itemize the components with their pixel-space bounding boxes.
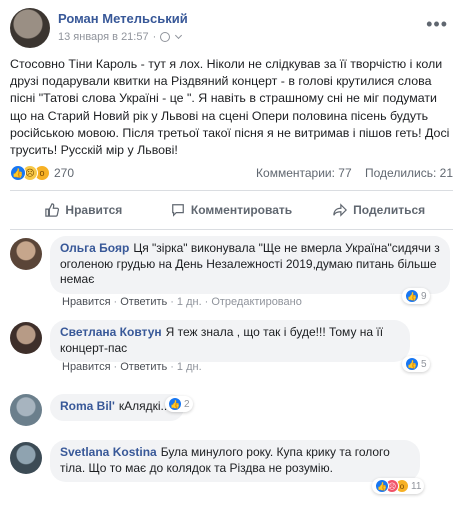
comment-reaction-count: 11 [411,480,422,492]
comment-item: Ольга Бояр Ця "зірка" виконувала "Ще не в… [10,236,460,308]
globe-icon [160,32,171,42]
shares-count[interactable]: Поделились: 21 [365,166,453,180]
comment-reply-link[interactable]: Ответить [120,361,167,373]
comment-reaction-count: 5 [421,358,427,370]
comment-icon [172,204,184,217]
comment-reaction-count: 9 [421,290,427,302]
comment-links: Нравится · Ответить · 1 дн. · Отредактировано [62,296,302,308]
comment-reactions[interactable]: 👍 2 [165,396,193,412]
like-reaction-icon[interactable]: 👍 [10,165,26,181]
commenter-name[interactable]: Светлана Ковтун [60,325,162,339]
author-avatar[interactable] [10,8,50,48]
like-button-label: Нравится [65,203,123,217]
comment-links: Нравится · Ответить · 1 дн. [62,361,202,373]
commenter-name[interactable]: Roma Bil' [60,399,115,413]
comment-item: Светлана Ковтун Я теж знала , що так і бу… [10,320,460,380]
comment-bubble: Svetlana Kostina Була минулого року. Купа… [50,440,420,482]
comment-reactions[interactable]: 👍 9 [402,288,430,304]
comment-button[interactable]: Комментировать [158,196,306,224]
like-reaction-icon: 👍 [405,289,419,303]
share-button[interactable]: Поделиться [305,196,453,224]
comments-count[interactable]: Комментарии: 77 [256,166,352,180]
commenter-avatar[interactable] [10,322,42,354]
post-date[interactable]: 13 января в 21:57 [58,31,149,43]
commenter-name[interactable]: Svetlana Kostina [60,445,157,459]
thumbs-up-icon [45,203,60,217]
divider [10,229,453,230]
comment-button-label: Комментировать [190,203,293,217]
comment-item: Svetlana Kostina Була минулого року. Купа… [10,440,460,505]
share-button-label: Поделиться [353,203,426,217]
chevron-down-icon[interactable] [175,31,183,40]
like-reaction-icon: 👍 [405,357,419,371]
comment-like-link[interactable]: Нравится [62,361,111,373]
comment-time[interactable]: 1 дн. [177,361,202,373]
comment-like-link[interactable]: Нравится [62,296,111,308]
more-options-icon[interactable]: ••• [426,14,448,35]
commenter-avatar[interactable] [10,442,42,474]
like-reaction-icon: 👍 [168,397,182,411]
post-text: Стосовно Тіни Кароль - тут я лох. Ніколи… [10,57,450,158]
comment-bubble: Ольга Бояр Ця "зірка" виконувала "Ще не в… [50,236,450,294]
reactions-count[interactable]: 270 [54,166,74,180]
post-actions: Нравится Комментировать Поделиться [10,196,453,224]
engagement-counts: Комментарии: 77 Поделились: 21 [246,166,453,180]
author-name[interactable]: Роман Метельський [58,11,188,26]
comment-reply-link[interactable]: Ответить [120,296,167,308]
like-button[interactable]: Нравится [10,196,158,224]
comment-reactions[interactable]: 👍 ☹ o 11 [372,478,425,494]
commenter-avatar[interactable] [10,238,42,270]
commenter-avatar[interactable] [10,394,42,426]
post-meta: 13 января в 21:57 · [58,31,183,43]
commenter-name[interactable]: Ольга Бояр [60,241,129,255]
comment-bubble: Roma Bil' кАлядкі.... [50,394,184,421]
reactions-summary: 👍 ☹ o 270 Комментарии: 77 Поделились: 21 [10,163,453,183]
comment-edited: Отредактировано [211,296,302,308]
comment-reaction-count: 2 [184,398,190,410]
divider [10,190,453,191]
facebook-post: Роман Метельський 13 января в 21:57 · ••… [0,0,463,505]
comment-bubble: Светлана Ковтун Я теж знала , що так і бу… [50,320,410,362]
share-icon [333,203,348,217]
comment-reactions[interactable]: 👍 5 [402,356,430,372]
post-header: Роман Метельський 13 января в 21:57 · ••… [10,8,450,48]
like-reaction-icon: 👍 [375,479,389,493]
comment-time[interactable]: 1 дн. [177,296,202,308]
comment-item: Roma Bil' кАлядкі.... 👍 2 [10,392,460,428]
